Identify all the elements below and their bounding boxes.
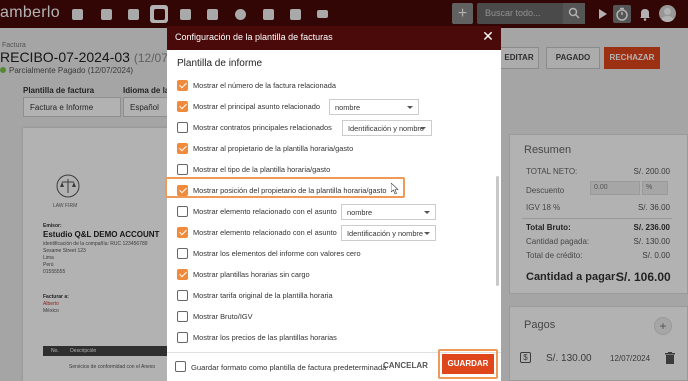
chevron-down-icon <box>420 127 426 130</box>
option-checkbox[interactable] <box>177 269 188 280</box>
dialog-title: Configuración de la plantilla de factura… <box>175 32 333 42</box>
chevron-down-icon <box>424 232 430 235</box>
option-checkbox[interactable] <box>177 80 188 91</box>
option-row: Mostrar contratos principales relacionad… <box>177 119 487 137</box>
option-checkbox[interactable] <box>177 143 188 154</box>
option-label: Mostrar el número de la factura relacion… <box>193 81 336 90</box>
option-select-value: nombre <box>347 208 373 217</box>
option-row: Mostrar el número de la factura relacion… <box>177 77 487 95</box>
option-label: Mostrar contratos principales relacionad… <box>193 123 332 132</box>
option-row: Mostrar plantillas horarias sin cargo <box>177 266 487 284</box>
option-row: Mostrar tarifa original de la plantilla … <box>177 287 487 305</box>
option-select[interactable]: Identificación y nombre <box>341 225 436 241</box>
option-label: Mostrar Bruto/IGV <box>193 312 253 321</box>
option-checkbox[interactable] <box>177 122 188 133</box>
default-template-checkbox[interactable] <box>175 361 186 372</box>
option-label: Mostrar elemento relacionado con el asun… <box>193 228 337 237</box>
invoice-template-settings-dialog: Configuración de la plantilla de factura… <box>167 26 501 381</box>
default-template-label: Guardar formato como plantilla de factur… <box>191 363 387 372</box>
option-row: Mostrar elemento relacionado con el asun… <box>177 224 487 242</box>
option-checkbox[interactable] <box>177 101 188 112</box>
mouse-cursor-icon <box>391 183 399 195</box>
option-row: Mostrar al propietario de la plantilla h… <box>177 140 487 158</box>
option-label: Mostrar el principal asunto relacionado <box>193 102 320 111</box>
chevron-down-icon <box>407 106 413 109</box>
option-row: Mostrar elemento relacionado con el asun… <box>177 203 487 221</box>
option-select[interactable]: Identificación y nombre <box>342 120 432 136</box>
option-select-value: nombre <box>335 103 361 112</box>
cancel-button[interactable]: CANCELAR <box>383 361 428 370</box>
option-row: Mostrar los elementos del informe con va… <box>177 245 487 263</box>
close-icon[interactable]: ✕ <box>481 29 495 43</box>
option-checkbox[interactable] <box>177 290 188 301</box>
save-button[interactable]: GUARDAR <box>442 354 494 374</box>
option-select[interactable]: nombre <box>329 99 419 115</box>
option-label: Mostrar los precios de las plantillas ho… <box>193 333 337 342</box>
option-row: Mostrar los precios de las plantillas ho… <box>177 329 487 347</box>
dialog-header: Configuración de la plantilla de factura… <box>167 26 501 50</box>
option-label: Mostrar los elementos del informe con va… <box>193 249 361 258</box>
option-label: Mostrar elemento relacionado con el asun… <box>193 207 337 216</box>
option-checkbox[interactable] <box>177 227 188 238</box>
option-row: Mostrar el principal asunto relacionado n… <box>177 98 487 116</box>
option-checkbox[interactable] <box>177 206 188 217</box>
option-checkbox[interactable] <box>177 311 188 322</box>
option-label: Mostrar el tipo de la plantilla horaria/… <box>193 165 331 174</box>
option-label: Mostrar plantillas horarias sin cargo <box>193 270 310 279</box>
option-label: Mostrar tarifa original de la plantilla … <box>193 291 333 300</box>
save-highlight: GUARDAR <box>438 349 498 379</box>
option-select-value: Identificación y nombre <box>347 229 423 238</box>
option-checkbox[interactable] <box>177 164 188 175</box>
option-select[interactable]: nombre <box>341 204 436 220</box>
option-label: Mostrar al propietario de la plantilla h… <box>193 144 354 153</box>
chevron-down-icon <box>424 211 430 214</box>
option-checkbox[interactable] <box>177 248 188 259</box>
option-checkbox[interactable] <box>177 332 188 343</box>
scrollbar[interactable] <box>496 176 499 286</box>
option-select-value: Identificación y nombre <box>348 124 424 133</box>
section-title: Plantilla de informe <box>177 58 263 69</box>
option-row: Mostrar Bruto/IGV <box>177 308 487 326</box>
highlight-frame <box>165 177 405 198</box>
